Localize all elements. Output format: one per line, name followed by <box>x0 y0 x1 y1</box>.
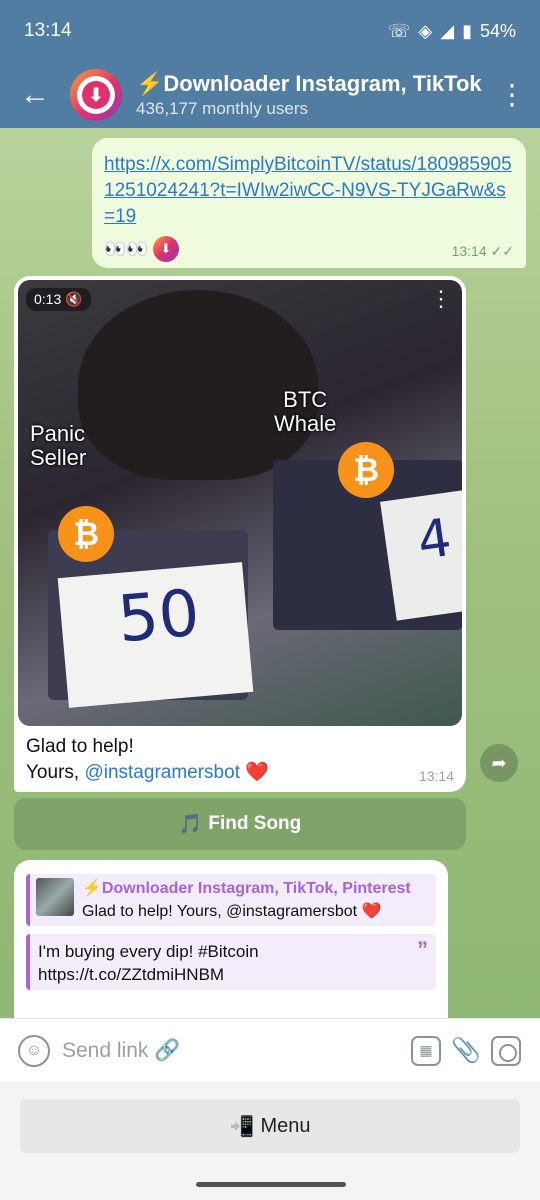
chat-title: ⚡Downloader Instagram, TikTok <box>136 71 482 96</box>
status-icons: ☏ ◈ ◢ ▮ 54% <box>388 21 516 42</box>
quote-icon: ” <box>417 937 428 962</box>
quote-block: I'm buying every dip! #Bitcoin https://t… <box>26 934 436 990</box>
read-checks-icon: ✓✓ <box>490 243 514 259</box>
caption-panic-seller: Panic Seller <box>30 421 87 470</box>
video-menu-icon[interactable]: ⋮ <box>430 288 452 310</box>
reply-preview[interactable]: ⚡Downloader Instagram, TikTok, Pinterest… <box>26 874 436 926</box>
status-bar: 13:14 ☏ ◈ ◢ ▮ 54% <box>0 0 540 62</box>
bot-avatar[interactable]: ⬇ <box>70 69 122 121</box>
video-person <box>78 290 318 480</box>
app-bar: ← ⬇ ⚡Downloader Instagram, TikTok 436,17… <box>0 62 540 128</box>
wifi-icon: ◈ <box>418 20 433 41</box>
battery-level: 54% <box>479 20 516 41</box>
chat-area[interactable]: https://x.com/SimplyBitcoinTV/status/180… <box>0 128 540 1018</box>
reply-text: Glad to help! Yours, @instagramersbot ❤️ <box>82 903 382 920</box>
caption-btc-whale: BTC Whale <box>274 387 337 436</box>
phone-arrow-icon: 📲 <box>229 1115 255 1138</box>
back-arrow-icon[interactable]: ← <box>0 78 70 112</box>
bot-commands-icon[interactable]: ▦ <box>406 1031 446 1071</box>
home-indicator[interactable] <box>196 1182 346 1187</box>
video-player[interactable]: 50 4 Panic Seller BTC Whale ₿ ₿ 0:13 🔇 ⋮ <box>18 280 462 726</box>
music-note-icon: 🎵 <box>178 814 203 835</box>
quote-text: I'm buying every dip! #Bitcoin https://t… <box>38 942 259 984</box>
top-bar: 13:14 ☏ ◈ ◢ ▮ 54% ← ⬇ ⚡Downloader Instag… <box>0 0 540 128</box>
share-icon[interactable]: ➦ <box>480 744 518 782</box>
call-icon: ☏ <box>387 20 411 41</box>
incoming-text: Glad to help! Yours, @instagramersbot ❤️ <box>26 736 269 783</box>
message-time: 13:14 <box>418 768 454 784</box>
incoming-video-message[interactable]: 50 4 Panic Seller BTC Whale ₿ ₿ 0:13 🔇 ⋮… <box>14 276 466 792</box>
video-number-left: 50 <box>114 576 203 658</box>
bot-reaction-icon[interactable]: ⬇ <box>152 236 179 262</box>
message-link[interactable]: https://x.com/SimplyBitcoinTV/status/180… <box>104 152 514 230</box>
bot-menu-button[interactable]: 📲 Menu <box>20 1099 520 1153</box>
bot-menu-area: 📲 Menu <box>0 1082 540 1200</box>
camera-icon[interactable] <box>486 1031 526 1071</box>
message-time: 13:14 <box>451 243 487 259</box>
chat-subtitle: 436,177 monthly users <box>136 99 308 118</box>
menu-label: Menu <box>260 1114 311 1137</box>
status-time: 13:14 <box>24 20 72 41</box>
battery-icon: ▮ <box>462 20 472 41</box>
download-icon: ⬇ <box>82 81 110 109</box>
emoji-icon[interactable]: ☺ <box>14 1031 54 1071</box>
find-song-button[interactable]: 🎵 Find Song <box>14 798 466 850</box>
reply-sender: ⚡Downloader Instagram, TikTok, Pinterest <box>82 880 411 897</box>
signal-icon: ◢ <box>440 20 455 41</box>
mute-icon[interactable]: 🔇 <box>65 291 82 307</box>
video-duration[interactable]: 0:13 🔇 <box>26 288 91 311</box>
message-input-bar: ☺ Send link 🔗 ▦ 📎 <box>0 1018 540 1082</box>
find-song-label: Find Song <box>208 813 302 834</box>
outgoing-message[interactable]: https://x.com/SimplyBitcoinTV/status/180… <box>92 138 526 268</box>
incoming-reply-message[interactable]: ⚡Downloader Instagram, TikTok, Pinterest… <box>14 860 448 1018</box>
message-meta: 13:14 ✓✓ <box>452 243 514 260</box>
attach-icon[interactable]: 📎 <box>446 1031 486 1071</box>
heart-emoji: ❤️ <box>245 762 269 783</box>
message-input[interactable]: Send link 🔗 <box>54 1039 406 1063</box>
chat-title-block[interactable]: ⚡Downloader Instagram, TikTok 436,177 mo… <box>136 71 484 119</box>
reply-thumbnail <box>36 878 74 916</box>
eyes-reaction[interactable]: 👀👀 <box>104 239 149 260</box>
bot-mention-link[interactable]: @instagramersbot <box>84 762 240 783</box>
more-vert-icon[interactable]: ⋮ <box>484 81 540 109</box>
bitcoin-icon: ₿ <box>338 442 394 498</box>
bitcoin-icon: ₿ <box>58 506 114 562</box>
